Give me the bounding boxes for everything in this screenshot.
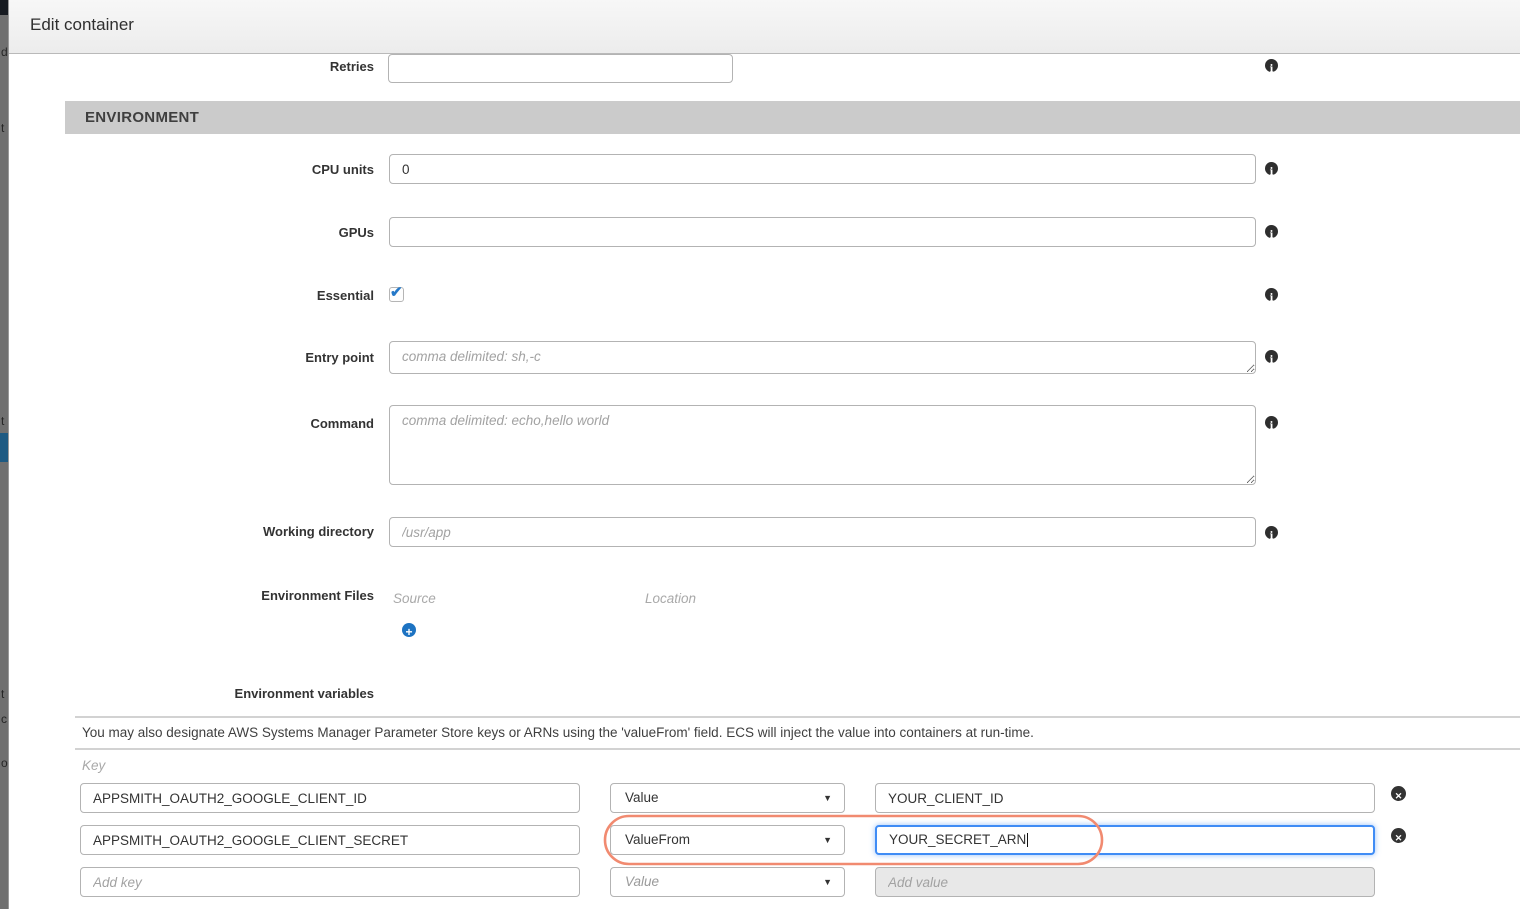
retries-input[interactable] [388,54,733,83]
command-label: Command [100,416,374,431]
env-var-type-select[interactable]: Value ▼ [610,783,845,813]
info-icon[interactable]: i [1265,225,1278,238]
environment-section-title: ENVIRONMENT [85,101,1520,134]
working-directory-label: Working directory [100,524,374,539]
info-glyph: i [1270,531,1274,542]
gpus-label: GPUs [100,225,374,240]
env-files-location-header: Location [645,591,696,606]
env-var-key-input[interactable] [80,867,580,897]
env-var-value-input[interactable] [875,783,1375,813]
background-text-fragment: t [1,122,8,134]
info-glyph: i [1270,64,1274,75]
info-glyph: i [1270,293,1274,304]
delete-row-button[interactable]: ✕ [1391,828,1406,843]
background-text-fragment: t [1,688,8,700]
info-glyph: i [1270,421,1274,432]
info-glyph: i [1270,167,1274,178]
background-blue-band [0,433,8,462]
info-glyph: i [1270,230,1274,241]
text-cursor [1027,833,1028,847]
edit-container-panel: d t t t c o Edit container Retries i ENV… [0,0,1520,909]
selected-option: Value [625,874,659,889]
working-directory-input[interactable] [389,517,1256,547]
info-icon[interactable]: i [1265,526,1278,539]
cpu-units-input[interactable] [389,154,1256,184]
info-icon[interactable]: i [1265,416,1278,429]
env-vars-note: You may also designate AWS Systems Manag… [82,725,1034,740]
close-icon: ✕ [1395,791,1403,801]
env-files-source-header: Source [393,591,436,606]
divider [75,716,1520,718]
background-dark-header [0,0,8,15]
env-var-value-input[interactable]: YOUR_SECRET_ARN [875,825,1375,855]
gpus-input[interactable] [389,217,1256,247]
background-text-fragment: d [1,46,8,58]
environment-section-header: ENVIRONMENT [65,101,1520,134]
env-var-type-select[interactable]: Value ▼ [610,867,845,897]
env-vars-key-header: Key [82,758,105,773]
info-glyph: i [1270,355,1274,366]
divider [75,748,1520,750]
input-text: YOUR_SECRET_ARN [889,832,1026,847]
info-icon[interactable]: i [1265,350,1278,363]
background-text-fragment: c [1,713,8,725]
environment-files-label: Environment Files [100,588,374,603]
info-icon[interactable]: i [1265,59,1278,72]
background-page-strip: d t t t c o [0,0,9,909]
selected-option: Value [625,790,659,805]
environment-variables-label: Environment variables [100,686,374,701]
background-text-fragment: t [1,415,8,427]
info-icon[interactable]: i [1265,162,1278,175]
chevron-down-icon: ▼ [823,784,832,812]
selected-option: ValueFrom [625,832,690,847]
add-environment-file-button[interactable]: + [402,623,416,637]
close-icon: ✕ [1395,833,1403,843]
info-icon[interactable]: i [1265,288,1278,301]
background-text-fragment: o [1,757,8,769]
retries-label: Retries [100,59,374,74]
checkmark-icon: ✔ [390,283,403,301]
delete-row-button[interactable]: ✕ [1391,786,1406,801]
cpu-units-label: CPU units [100,162,374,177]
entry-point-label: Entry point [100,350,374,365]
plus-icon: + [405,625,412,639]
env-var-key-input[interactable] [80,825,580,855]
env-var-key-input[interactable] [80,783,580,813]
panel-title: Edit container [30,15,134,35]
chevron-down-icon: ▼ [823,826,832,854]
essential-checkbox[interactable]: ✔ [389,287,404,302]
panel-titlebar: Edit container [8,0,1520,54]
entry-point-textarea[interactable] [389,341,1256,374]
chevron-down-icon: ▼ [823,868,832,896]
env-var-type-select[interactable]: ValueFrom ▼ [610,825,845,855]
essential-label: Essential [100,288,374,303]
env-var-value-input[interactable] [875,867,1375,897]
command-textarea[interactable] [389,405,1256,485]
